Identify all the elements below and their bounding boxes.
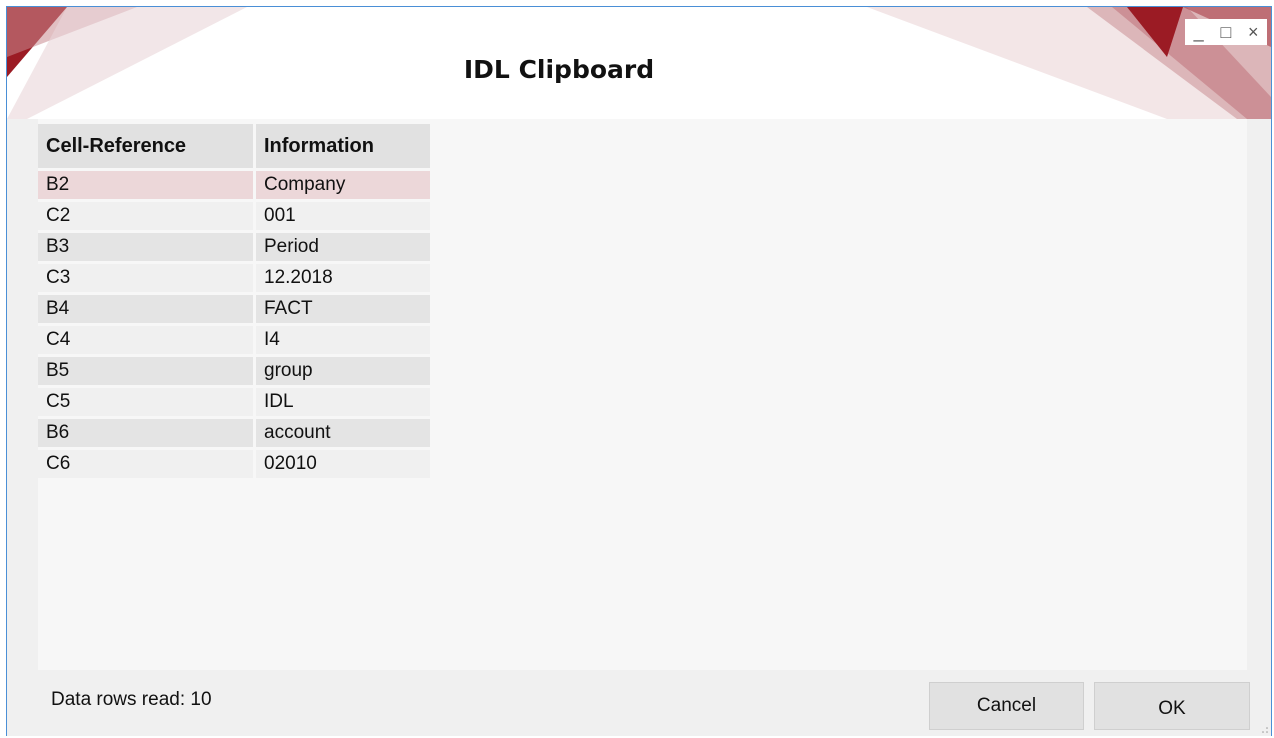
minimize-icon[interactable]: _ [1189,22,1209,42]
cell-information[interactable]: 02010 [256,450,430,478]
dialog-title: IDL Clipboard [463,55,655,84]
grid-body: B2 Company C2 001 B3 Period C3 12.2018 B4 FACT C4 I… [38,171,430,478]
ok-button[interactable]: OK [1094,682,1250,730]
data-grid: Cell-Reference Information B2 Company C2 00… [35,121,433,481]
table-row[interactable]: B6 account [38,419,430,447]
cell-information[interactable]: IDL [256,388,430,416]
table-row[interactable]: B4 FACT [38,295,430,323]
cell-information[interactable]: I4 [256,326,430,354]
column-header-information[interactable]: Information [256,124,430,168]
status-text: Data rows read: 10 [51,689,212,710]
cell-information[interactable]: 001 [256,202,430,230]
table-row[interactable]: B5 group [38,357,430,385]
cell-reference[interactable]: B6 [38,419,253,447]
cancel-button[interactable]: Cancel [929,682,1084,730]
cell-information[interactable]: account [256,419,430,447]
data-grid-area: Cell-Reference Information B2 Company C2 00… [38,119,1247,670]
cell-reference[interactable]: B3 [38,233,253,261]
table-row[interactable]: C6 02010 [38,450,430,478]
cell-reference[interactable]: B5 [38,357,253,385]
cell-information[interactable]: Period [256,233,430,261]
table-row[interactable]: C3 12.2018 [38,264,430,292]
cell-information[interactable]: 12.2018 [256,264,430,292]
column-header-cell-reference[interactable]: Cell-Reference [38,124,253,168]
cell-reference[interactable]: C6 [38,450,253,478]
cell-information[interactable]: Company [256,171,430,199]
table-row[interactable]: C4 I4 [38,326,430,354]
maximize-icon[interactable]: □ [1216,22,1236,42]
cell-reference[interactable]: C4 [38,326,253,354]
table-row[interactable]: B3 Period [38,233,430,261]
cell-reference[interactable]: C2 [38,202,253,230]
dialog-header: IDL Clipboard _ □ × [7,7,1271,119]
cell-reference[interactable]: B4 [38,295,253,323]
close-icon[interactable]: × [1243,22,1263,42]
cell-reference[interactable]: C5 [38,388,253,416]
table-row[interactable]: C2 001 [38,202,430,230]
window-controls: _ □ × [1185,19,1267,45]
table-row[interactable]: C5 IDL [38,388,430,416]
cell-information[interactable]: group [256,357,430,385]
resize-grip-icon[interactable] [1261,726,1269,734]
cell-reference[interactable]: C3 [38,264,253,292]
table-row[interactable]: B2 Company [38,171,430,199]
cell-reference[interactable]: B2 [38,171,253,199]
cell-information[interactable]: FACT [256,295,430,323]
clipboard-dialog: IDL Clipboard _ □ × Cell-Reference Infor… [6,6,1272,736]
